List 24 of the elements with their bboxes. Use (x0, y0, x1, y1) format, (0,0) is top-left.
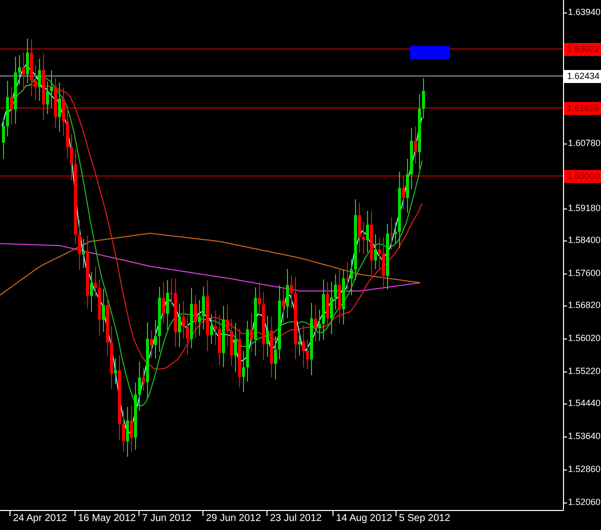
marker-rectangle (410, 46, 450, 59)
price-axis-label: 1.63940 (568, 8, 601, 17)
time-axis-label: 23 Jul 2012 (270, 514, 322, 524)
price-axis-label: 1.59180 (568, 204, 601, 213)
price-axis-label: 1.56020 (568, 334, 601, 343)
time-axis-label: 16 May 2012 (78, 514, 136, 524)
time-axis-label: 24 Apr 2012 (13, 514, 67, 524)
time-axis-label: 29 Jun 2012 (206, 514, 262, 524)
price-axis-label: 1.57600 (568, 269, 601, 278)
price-axis-label: 1.52860 (568, 465, 601, 474)
time-axis-label: 5 Sep 2012 (399, 514, 450, 524)
time-axis-label: 7 Jun 2012 (142, 514, 192, 524)
price-level-label: 1.61656 (564, 102, 601, 115)
price-level-label: 1.60000 (564, 170, 601, 183)
price-axis-label: 1.60780 (568, 139, 601, 148)
price-axis-label: 1.55220 (568, 367, 601, 376)
price-axis-label: 1.58400 (568, 236, 601, 245)
time-axis-label: 14 Aug 2012 (336, 514, 392, 524)
price-level-label: 1.63022 (564, 43, 601, 56)
price-axis-label: 1.53640 (568, 432, 601, 441)
price-axis-label: 1.56820 (568, 301, 601, 310)
price-level-label: 1.62434 (564, 70, 601, 83)
price-axis-label: 1.54440 (568, 399, 601, 408)
price-axis-label: 1.52060 (568, 498, 601, 507)
